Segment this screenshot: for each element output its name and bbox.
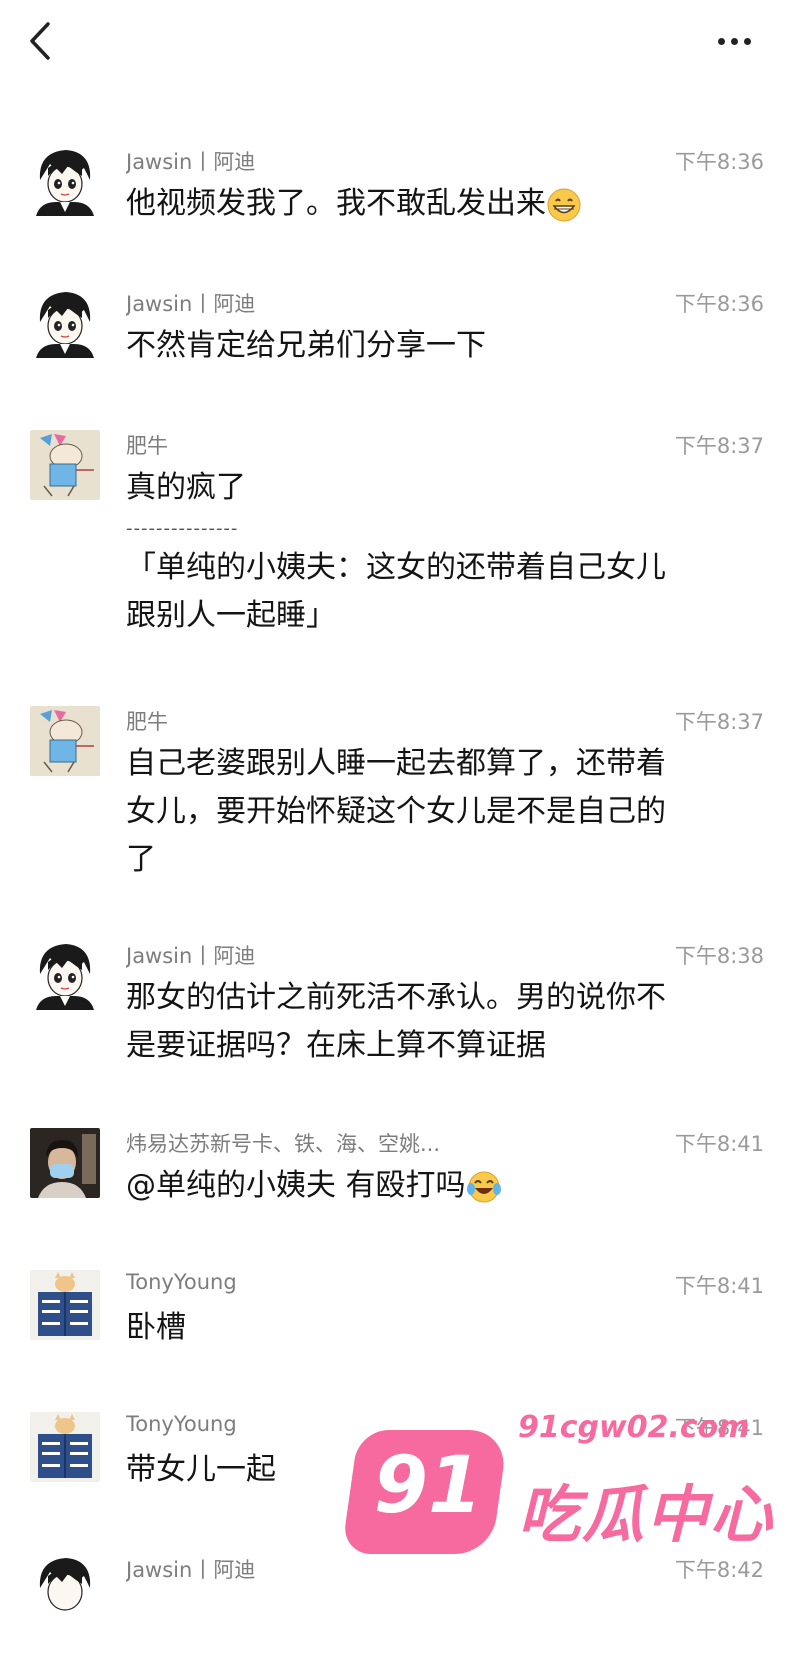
message-text[interactable]: @单纯的小姨夫 有殴打吗: [126, 1162, 746, 1210]
avatar-tonyyoung[interactable]: [30, 1412, 100, 1482]
more-dot: [731, 37, 738, 45]
message-text[interactable]: 那女的估计之前死活不承认。男的说你不 是要证据吗？在床上算不算证据: [126, 974, 746, 1070]
more-button[interactable]: [718, 28, 768, 54]
anime-boy-avatar-icon: [30, 288, 100, 358]
sender-name: 肥牛: [126, 710, 168, 734]
message-line: 了: [126, 842, 156, 877]
message-text[interactable]: 他视频发我了。我不敢乱发出来: [126, 180, 746, 228]
message-time: 下午8:37: [674, 434, 764, 458]
quote-separator: ---------------: [126, 518, 239, 539]
cat-with-book-avatar-icon: [30, 1412, 100, 1482]
avatar-tonyyoung[interactable]: [30, 1270, 100, 1340]
cartoon-drawing-avatar-icon: [30, 430, 100, 500]
sender-name: Jawsin丨阿迪: [126, 1558, 256, 1582]
message-time: 下午8:36: [674, 150, 764, 174]
sender-name: Jawsin丨阿迪: [126, 150, 256, 174]
message-line: @单纯的小姨夫 有殴打吗: [126, 1168, 466, 1203]
watermark-badge-text: 91: [373, 1441, 483, 1531]
message-text[interactable]: 不然肯定给兄弟们分享一下: [126, 322, 746, 370]
quote-line: 「单纯的小姨夫：这女的还带着自己女儿: [126, 550, 666, 585]
avatar-jawsin[interactable]: [30, 288, 100, 358]
avatar-feiniu[interactable]: [30, 706, 100, 776]
message-time: 下午8:41: [674, 1274, 764, 1298]
message-time: 下午8:36: [674, 292, 764, 316]
message-text[interactable]: 卧槽: [126, 1304, 746, 1352]
cartoon-drawing-avatar-icon: [30, 706, 100, 776]
anime-boy-avatar-icon: [30, 146, 100, 216]
watermark-name: 吃瓜中心: [518, 1478, 775, 1551]
tears-of-joy-emoji-icon: [466, 1171, 501, 1202]
avatar-feiniu[interactable]: [30, 430, 100, 500]
sender-name: Jawsin丨阿迪: [126, 292, 256, 316]
message-time: 下午8:38: [674, 944, 764, 968]
message-line: 卧槽: [126, 1310, 186, 1345]
sender-name: 炜易达苏新号卡、铁、海、空姚...: [126, 1132, 441, 1156]
avatar-jawsin[interactable]: [30, 1554, 100, 1624]
watermark-url: 91cgw02.com: [518, 1410, 750, 1445]
message-time: 下午8:41: [674, 1132, 764, 1156]
message-line: 是要证据吗？在床上算不算证据: [126, 1028, 546, 1063]
avatar-jawsin[interactable]: [30, 940, 100, 1010]
message-line: 他视频发我了。我不敢乱发出来: [126, 186, 546, 221]
message-text[interactable]: 真的疯了 --------------- 「单纯的小姨夫：这女的还带着自己女儿 …: [126, 464, 746, 640]
more-dot: [718, 37, 725, 45]
message-line: 女儿，要开始怀疑这个女儿是不是自己的: [126, 794, 666, 829]
top-bar: [0, 0, 800, 90]
watermark-logo: 91 91cgw02.com 吃瓜中心: [341, 1400, 792, 1654]
message-line: 真的疯了: [126, 470, 246, 505]
more-dot: [744, 37, 751, 45]
avatar-jawsin[interactable]: [30, 146, 100, 216]
sender-name: TonyYoung: [126, 1412, 237, 1436]
message-text[interactable]: 自己老婆跟别人睡一起去都算了，还带着 女儿，要开始怀疑这个女儿是不是自己的 了: [126, 740, 746, 884]
sender-name: 肥牛: [126, 434, 168, 458]
person-photo-avatar-icon: [30, 1128, 100, 1198]
message-line: 不然肯定给兄弟们分享一下: [126, 328, 486, 363]
cat-with-book-avatar-icon: [30, 1270, 100, 1340]
avatar-photo-masked[interactable]: [30, 1128, 100, 1198]
anime-boy-avatar-icon: [30, 1554, 100, 1624]
message-time: 下午8:37: [674, 710, 764, 734]
message-line: 那女的估计之前死活不承认。男的说你不: [126, 980, 666, 1015]
grinning-face-emoji-icon: [547, 188, 581, 221]
sender-name: Jawsin丨阿迪: [126, 944, 256, 968]
anime-boy-avatar-icon: [30, 940, 100, 1010]
back-button[interactable]: [22, 18, 62, 64]
quote-line: 跟别人一起睡」: [126, 598, 336, 633]
message-line: 自己老婆跟别人睡一起去都算了，还带着: [126, 746, 666, 781]
sender-name: TonyYoung: [126, 1270, 237, 1294]
chevron-left-icon: [30, 22, 50, 60]
